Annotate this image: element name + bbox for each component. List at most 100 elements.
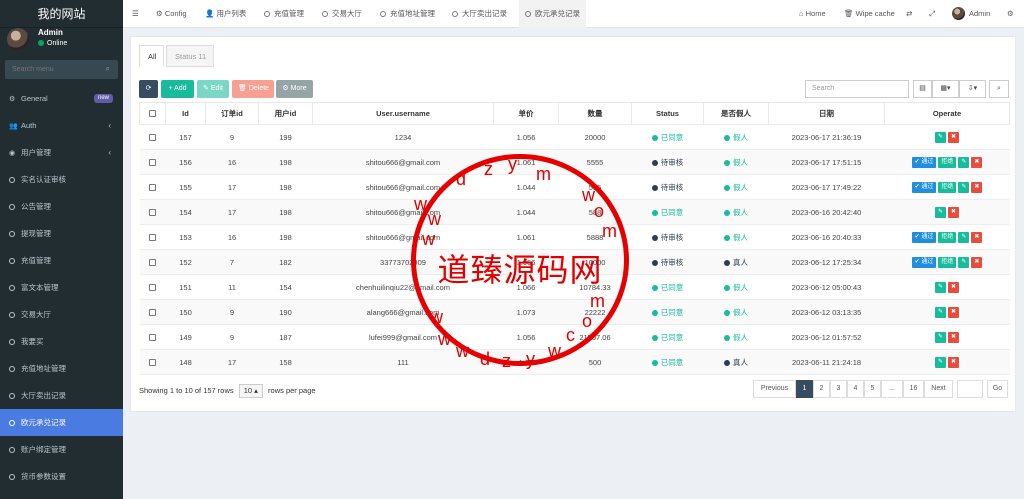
admin-menu[interactable]: Admin	[952, 0, 990, 28]
page-4[interactable]: 4	[847, 380, 864, 398]
sidebar-item-3[interactable]: 实名认证审核	[0, 166, 123, 193]
edit-row-button[interactable]: ✎	[935, 282, 946, 293]
edit-row-button[interactable]: ✎	[935, 357, 946, 368]
col-status[interactable]: Status	[631, 102, 704, 125]
sidebar-item-13[interactable]: 账户绑定管理	[0, 436, 123, 463]
gears-icon[interactable]: ⚙	[1007, 0, 1014, 28]
edit-row-button[interactable]: ✎	[958, 182, 970, 193]
cell-user[interactable]: shitou666@gmail.com	[312, 224, 494, 250]
page-2[interactable]: 2	[813, 380, 830, 398]
delete-row-button[interactable]: ✖	[948, 282, 959, 293]
sidebar-item-0[interactable]: ⚙ General new	[0, 85, 123, 112]
col-date[interactable]: 日期	[768, 102, 885, 125]
sidebar-item-8[interactable]: 交易大厅	[0, 301, 123, 328]
page-next[interactable]: Next	[924, 380, 953, 398]
reject-button[interactable]: 拒绝	[938, 182, 957, 193]
col-is-fake[interactable]: 是否假人	[703, 102, 769, 125]
cell-user[interactable]: 33773702909	[312, 249, 494, 275]
select-all-checkbox[interactable]	[139, 102, 166, 125]
edit-row-button[interactable]: ✎	[935, 207, 946, 218]
cell-user[interactable]: shitou666@gmail.com	[312, 174, 494, 200]
edit-row-button[interactable]: ✎	[935, 307, 946, 318]
tab-trading-hall[interactable]: 交易大厅	[322, 0, 362, 28]
page-jump-input[interactable]	[957, 380, 983, 398]
delete-button[interactable]: 🗑 Delete	[232, 80, 274, 98]
row-checkbox[interactable]	[139, 174, 166, 200]
delete-row-button[interactable]: ✖	[948, 132, 959, 143]
columns-dropdown-icon[interactable]: ▦▾	[932, 80, 959, 98]
col-order-id[interactable]: 订单id	[205, 102, 259, 125]
reject-button[interactable]: 拒绝	[938, 257, 957, 268]
sidebar-item-1[interactable]: 👥 Auth ‹	[0, 112, 123, 139]
row-checkbox[interactable]	[139, 224, 166, 250]
row-checkbox[interactable]	[139, 149, 166, 175]
col-id[interactable]: Id	[165, 102, 206, 125]
tab-hall-sell-records[interactable]: 大厅卖出记录	[452, 0, 507, 28]
cell-user[interactable]: chenhuilinqiu22@gmail.com	[312, 274, 494, 300]
edit-row-button[interactable]: ✎	[958, 157, 970, 168]
page-size-dropdown[interactable]: 10 ▴	[238, 384, 263, 398]
cell-user[interactable]: alang666@gmail.com	[312, 299, 494, 325]
delete-row-button[interactable]: ✖	[948, 207, 959, 218]
edit-row-button[interactable]: ✎	[935, 132, 946, 143]
page-16[interactable]: 16	[903, 380, 924, 398]
delete-row-button[interactable]: ✖	[948, 357, 959, 368]
approve-button[interactable]: ✔ 通过	[911, 232, 937, 243]
page-1[interactable]: 1	[796, 380, 813, 398]
refresh-button[interactable]: ⟳	[139, 80, 158, 98]
fullscreen-icon[interactable]: ⤢	[929, 0, 935, 28]
page-previous[interactable]: Previous	[753, 380, 796, 398]
table-search-input[interactable]: Search	[805, 80, 909, 98]
sidebar-item-4[interactable]: 公告管理	[0, 193, 123, 220]
cell-user[interactable]: shitou666@gmail.com	[312, 149, 494, 175]
tab-all[interactable]: All	[139, 45, 164, 67]
sidebar-item-9[interactable]: 我要买	[0, 328, 123, 355]
wipe-cache-button[interactable]: 🗑 Wipe cache	[844, 0, 895, 28]
advanced-search-icon[interactable]: ⌕	[989, 80, 1009, 98]
page-5[interactable]: 5	[864, 380, 881, 398]
home-link[interactable]: ⌂ Home	[799, 0, 826, 28]
edit-row-button[interactable]: ✎	[935, 332, 946, 343]
row-checkbox[interactable]	[139, 299, 166, 325]
delete-row-button[interactable]: ✖	[971, 257, 983, 268]
col-quantity[interactable]: 数量	[558, 102, 632, 125]
tab-status-11[interactable]: Status 11	[166, 45, 214, 67]
row-checkbox[interactable]	[139, 324, 166, 350]
search-icon[interactable]: ⌕	[106, 64, 110, 74]
row-checkbox[interactable]	[139, 274, 166, 300]
delete-row-button[interactable]: ✖	[948, 307, 959, 318]
approve-button[interactable]: ✔ 通过	[911, 182, 937, 193]
row-checkbox[interactable]	[139, 349, 166, 375]
more-button[interactable]: ⚙ More	[276, 80, 313, 98]
delete-row-button[interactable]: ✖	[971, 157, 983, 168]
sidebar-item-5[interactable]: 提现管理	[0, 220, 123, 247]
reject-button[interactable]: 拒绝	[938, 157, 957, 168]
tab-euro-records[interactable]: 欧元承兑记录	[519, 0, 586, 28]
delete-row-button[interactable]: ✖	[971, 182, 983, 193]
col-user-id[interactable]: 用户id	[258, 102, 313, 125]
menu-toggle-icon[interactable]: ☰	[132, 0, 139, 28]
approve-button[interactable]: ✔ 通过	[911, 257, 937, 268]
delete-row-button[interactable]: ✖	[948, 332, 959, 343]
sidebar-item-11[interactable]: 大厅卖出记录	[0, 382, 123, 409]
edit-row-button[interactable]: ✎	[958, 257, 970, 268]
row-checkbox[interactable]	[139, 249, 166, 275]
page-3[interactable]: 3	[830, 380, 847, 398]
row-checkbox[interactable]	[139, 124, 166, 150]
sidebar-item-10[interactable]: 充值地址管理	[0, 355, 123, 382]
cell-user[interactable]: 1234	[312, 124, 494, 150]
export-dropdown-icon[interactable]: ⇩▾	[959, 80, 986, 98]
page-go-button[interactable]: Go	[987, 380, 1008, 398]
sidebar-search-input[interactable]	[5, 60, 118, 79]
sidebar-item-12[interactable]: 欧元承兑记录	[0, 409, 123, 436]
sidebar-item-14[interactable]: 货币参数设置	[0, 463, 123, 490]
approve-button[interactable]: ✔ 通过	[911, 157, 937, 168]
edit-button[interactable]: ✎ Edit	[197, 80, 229, 98]
sidebar-item-6[interactable]: 充值管理	[0, 247, 123, 274]
tab-user-list[interactable]: 👤 用户列表	[205, 0, 246, 28]
add-button[interactable]: + Add	[161, 80, 194, 98]
toggle-view-icon[interactable]: ▤	[913, 80, 932, 98]
tab-config[interactable]: ⚙ Config	[156, 0, 187, 28]
tab-recharge-address[interactable]: 充值地址管理	[380, 0, 435, 28]
col-price[interactable]: 单价	[493, 102, 559, 125]
